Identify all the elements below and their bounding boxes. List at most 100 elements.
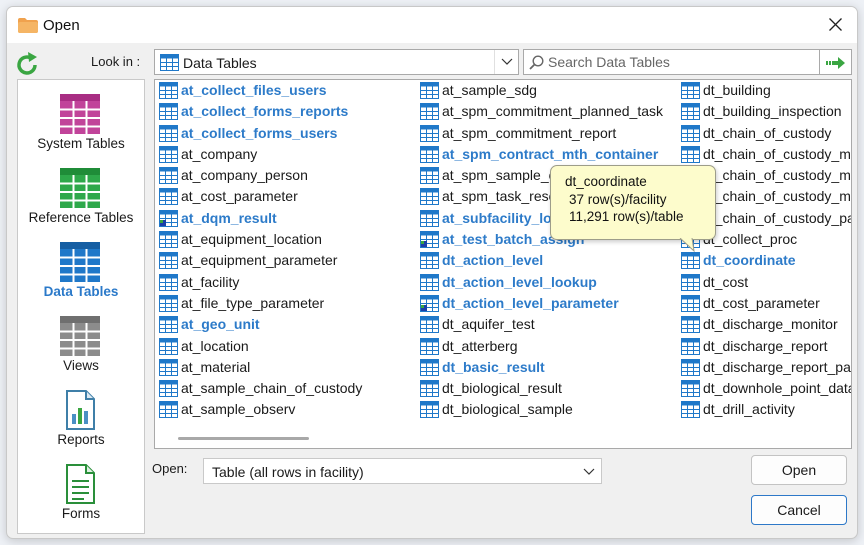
arrow-right-icon	[826, 57, 845, 69]
table-icon	[420, 145, 439, 163]
search-box	[523, 49, 820, 75]
tooltip-facility-rows: 37 row(s)/facility	[569, 192, 667, 207]
list-item-label: at_dqm_result	[181, 209, 277, 226]
tooltip-title: dt_coordinate	[565, 174, 647, 189]
table-icon	[159, 209, 178, 227]
tooltip-pointer	[679, 238, 695, 252]
list-item-label: dt_action_level_parameter	[442, 294, 619, 311]
list-item-label: dt_chain_of_custody	[703, 124, 832, 141]
forms-icon	[66, 464, 95, 504]
list-item-label: dt_aquifer_test	[442, 316, 535, 333]
list-item-label: at_material	[181, 358, 251, 375]
reference-tables-icon	[60, 168, 100, 208]
table-icon	[159, 337, 178, 355]
table-icon	[159, 167, 178, 185]
table-icon	[681, 316, 700, 334]
table-icon	[159, 145, 178, 163]
list-item-label: at_equipment_parameter	[181, 252, 338, 269]
list-item-label: at_file_type_parameter	[181, 294, 325, 311]
cancel-button[interactable]: Cancel	[751, 495, 847, 525]
sidebar-item-reports[interactable]: Reports	[18, 390, 144, 462]
open-mode-label: Open:	[152, 461, 188, 476]
table-icon	[681, 401, 700, 419]
list-item-label: dt_action_level_lookup	[442, 273, 597, 290]
sidebar-item-system-tables[interactable]: System Tables	[18, 94, 144, 166]
table-icon	[420, 358, 439, 376]
search-go-button[interactable]	[820, 49, 852, 75]
table-icon	[420, 337, 439, 355]
list-item-label: at_subfacility_lo	[442, 209, 552, 226]
sidebar-label: Reference Tables	[28, 210, 134, 225]
views-icon	[60, 316, 100, 356]
list-item-label: dt_chain_of_custody_ma	[703, 188, 852, 205]
open-dialog: Open Look in : Data Tables Search Data T…	[6, 6, 858, 539]
table-icon	[681, 358, 700, 376]
search-input[interactable]	[546, 52, 816, 72]
table-icon	[159, 231, 178, 249]
table-icon	[420, 82, 439, 99]
list-item-label: dt_discharge_report_par	[703, 358, 852, 375]
list-item-label: at_company_person	[181, 167, 308, 184]
table-icon	[681, 337, 700, 355]
table-icon	[420, 316, 439, 334]
horizontal-scrollbar-thumb[interactable]	[178, 437, 309, 440]
table-icon	[159, 103, 178, 121]
sidebar-item-reference-tables[interactable]: Reference Tables	[18, 168, 144, 240]
table-icon	[159, 82, 178, 99]
list-item-label: dt_discharge_monitor	[703, 316, 838, 333]
list-item-label: dt_chain_of_custody_pa	[703, 209, 852, 226]
open-mode-value: Table (all rows in facility)	[212, 464, 364, 480]
table-icon	[420, 103, 439, 121]
window-title: Open	[43, 17, 80, 34]
lookin-dropdown[interactable]: Data Tables	[154, 49, 519, 75]
list-item-label: dt_building_inspection	[703, 103, 842, 120]
lookin-value: Data Tables	[183, 55, 257, 71]
list-item-label: dt_action_level	[442, 252, 544, 269]
table-icon	[420, 167, 439, 185]
sidebar-item-views[interactable]: Views	[18, 316, 144, 388]
list-item-label: at_facility	[181, 273, 240, 290]
data-tables-icon	[160, 54, 179, 71]
list-item-label: dt_biological_result	[442, 380, 562, 397]
list-item-label: at_sample_observ	[181, 401, 296, 418]
list-item-label: at_geo_unit	[181, 316, 260, 333]
open-mode-dropdown[interactable]: Table (all rows in facility)	[203, 458, 602, 484]
list-item-label: at_collect_forms_reports	[181, 103, 349, 120]
table-list: at_collect_files_users at_collect_forms_r…	[154, 79, 852, 449]
list-item-label: at_spm_sample_ch	[442, 167, 564, 184]
refresh-button[interactable]	[12, 50, 42, 80]
title-bar: Open	[7, 7, 857, 43]
sidebar-item-forms[interactable]: Forms	[18, 464, 144, 536]
list-item-label: dt_collect_proc	[703, 231, 798, 248]
table-icon	[420, 188, 439, 206]
close-button[interactable]	[823, 12, 849, 38]
list-item-label: at_sample_sdg	[442, 82, 537, 98]
table-icon	[681, 124, 700, 142]
folder-icon	[18, 18, 38, 33]
table-icon	[159, 401, 178, 419]
search-icon	[529, 55, 544, 70]
table-icon	[159, 252, 178, 270]
table-icon	[159, 273, 178, 291]
open-button[interactable]: Open	[751, 455, 847, 485]
list-item-label: at_location	[181, 337, 249, 354]
reports-icon	[66, 390, 95, 430]
data-tables-icon	[60, 242, 100, 282]
sidebar-item-data-tables[interactable]: Data Tables	[18, 242, 144, 314]
list-item-label: dt_discharge_report	[703, 337, 828, 354]
table-icon	[159, 380, 178, 398]
lookin-label: Look in :	[91, 54, 141, 69]
list-item-label: dt_cost	[703, 273, 749, 290]
list-item-label: at_spm_commitment_report	[442, 124, 617, 141]
list-item-label: dt_drill_activity	[703, 401, 795, 418]
refresh-icon	[17, 52, 37, 75]
table-icon	[420, 209, 439, 227]
lookin-dropdown-arrow[interactable]	[494, 50, 518, 74]
table-icon	[420, 273, 439, 291]
sidebar-label: Views	[63, 358, 99, 373]
list-item-label: at_equipment_location	[181, 231, 322, 248]
list-item-label: dt_chain_of_custody_ma	[703, 145, 852, 162]
list-item-label: at_spm_commitment_planned_task	[442, 103, 664, 120]
list-item-label: at_company	[181, 145, 258, 162]
tooltip-table-rows: 11,291 row(s)/table	[569, 209, 684, 224]
